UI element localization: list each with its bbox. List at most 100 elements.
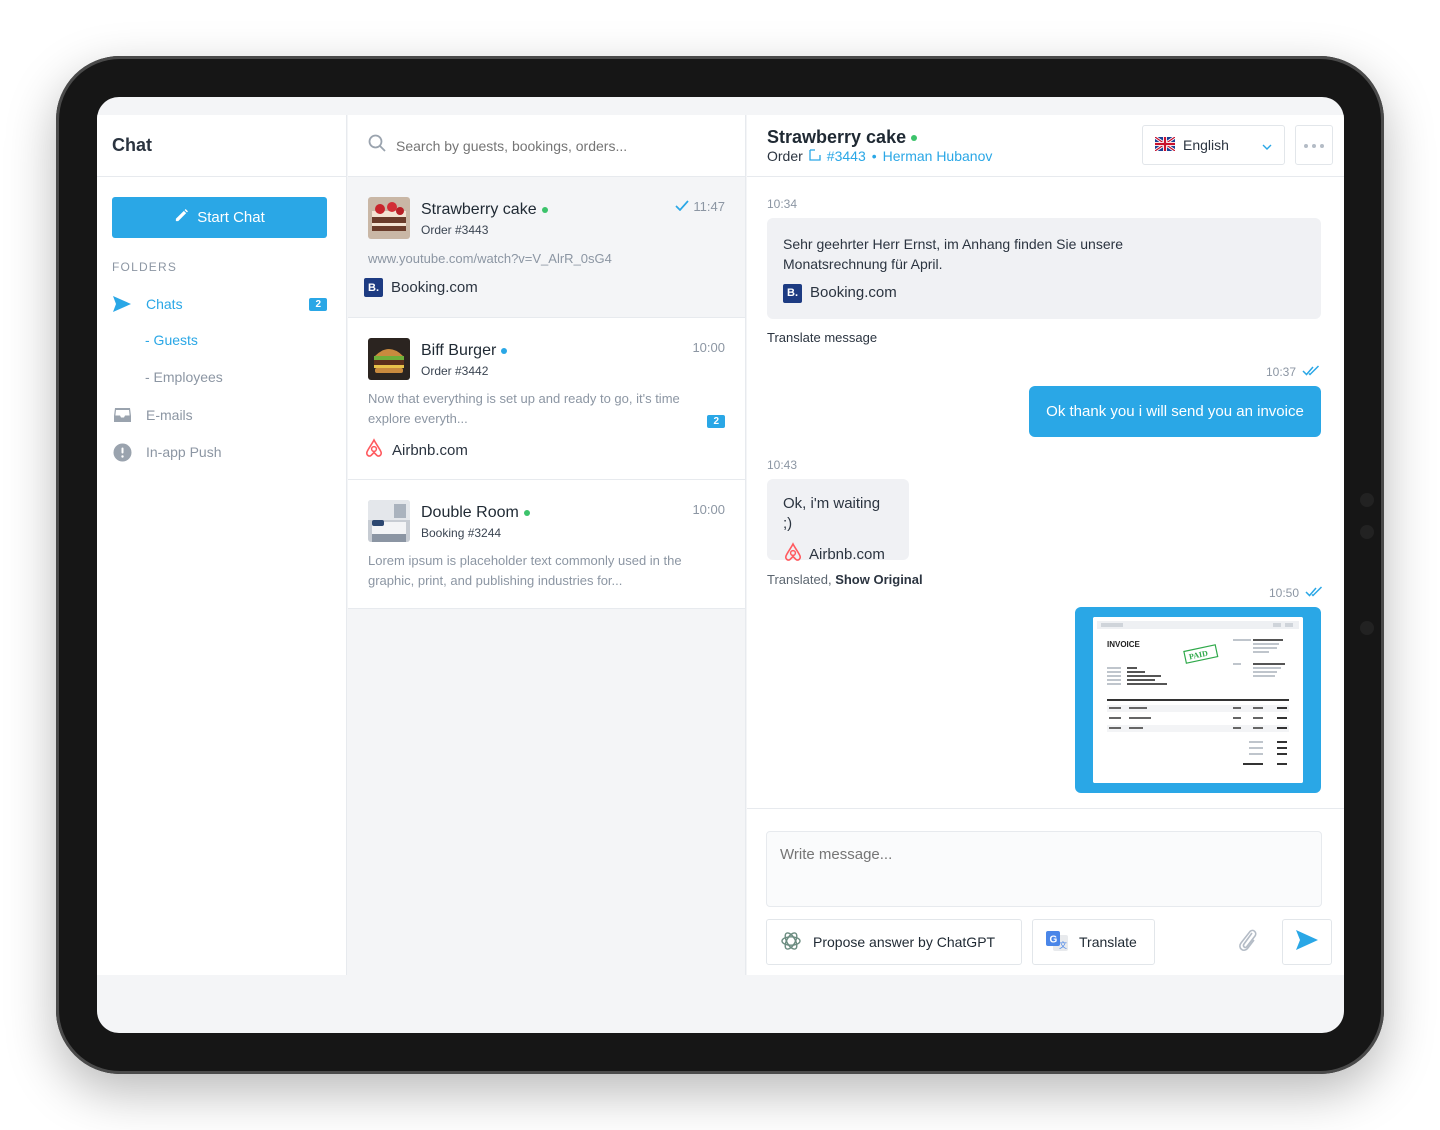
conversation-source: Airbnb.com xyxy=(364,438,468,462)
app-screen: Chat Start Chat FOLDERS Chats 2 - Guests… xyxy=(97,97,1344,1033)
chat-subtitle: Order #3443 • Herman Hubanov xyxy=(767,148,992,164)
conversation-time: 10:00 xyxy=(692,502,725,517)
inbox-icon xyxy=(112,405,132,425)
chats-count-badge: 2 xyxy=(309,297,327,311)
conversation-title: Double Room xyxy=(421,504,530,522)
alert-icon xyxy=(112,442,132,462)
message-time: 10:34 xyxy=(767,197,798,211)
uk-flag-icon xyxy=(1154,135,1176,154)
search-icon xyxy=(368,134,386,157)
order-link[interactable]: #3443 xyxy=(827,148,866,164)
online-indicator xyxy=(523,509,530,516)
sidebar-item-emails[interactable]: E-mails xyxy=(112,405,327,425)
chat-header: Strawberry cake Order #3443 • Herman Hub… xyxy=(747,115,1344,177)
message-time: 10:43 xyxy=(767,458,798,472)
invoice-attachment[interactable]: INVOICE PAID xyxy=(1075,607,1321,793)
chatgpt-icon xyxy=(779,929,803,956)
sidebar-item-in-app-push[interactable]: In-app Push xyxy=(112,442,327,462)
conversation-source: B. Booking.com xyxy=(364,278,478,297)
online-indicator xyxy=(911,135,918,142)
pencil-icon xyxy=(174,208,189,227)
incoming-message: Sehr geehrter Herr Ernst, im Anhang find… xyxy=(767,218,1321,319)
conversation-preview: Now that everything is set up and ready … xyxy=(368,391,680,426)
message-source: Airbnb.com xyxy=(783,542,893,568)
sidebar-item-label: In-app Push xyxy=(146,444,222,460)
chatgpt-propose-button[interactable]: Propose answer by ChatGPT xyxy=(766,919,1022,965)
side-sensor xyxy=(1360,525,1374,539)
message-source: B. Booking.com xyxy=(783,283,1305,303)
cake-thumbnail xyxy=(368,197,410,239)
language-label: English xyxy=(1183,137,1229,153)
conversation-item[interactable]: Double Room Booking #3244 10:00 Lorem ip… xyxy=(348,480,745,609)
incoming-message: Ok, i'm waiting ;) Airbnb.com xyxy=(767,479,909,563)
conversation-preview: Lorem ipsum is placeholder text commonly… xyxy=(368,553,682,588)
send-icon xyxy=(112,294,132,314)
translate-button[interactable]: G文 Translate xyxy=(1032,919,1155,965)
sidebar-item-chats[interactable]: Chats 2 xyxy=(112,294,327,314)
message-composer: Propose answer by ChatGPT G文 Translate xyxy=(747,808,1344,975)
conversation-title: Strawberry cake xyxy=(421,201,548,219)
conversation-title: Biff Burger xyxy=(421,342,508,360)
conversation-item[interactable]: Strawberry cake Order #3443 11:47 www.yo… xyxy=(348,177,745,318)
conversation-time: 10:00 xyxy=(692,340,725,355)
sidebar-item-employees[interactable]: - Employees xyxy=(145,369,223,385)
order-label: Order xyxy=(767,148,803,164)
svg-text:G: G xyxy=(1050,934,1058,945)
invoice-heading: INVOICE xyxy=(1107,640,1141,649)
chat-panel: Strawberry cake Order #3443 • Herman Hub… xyxy=(747,115,1344,975)
message-input[interactable] xyxy=(766,831,1322,907)
translate-message-link[interactable]: Translate message xyxy=(767,330,877,345)
airbnb-logo-icon xyxy=(783,542,803,568)
more-options-button[interactable] xyxy=(1295,125,1333,165)
sidebar-item-guests[interactable]: - Guests xyxy=(145,332,198,348)
check-icon xyxy=(675,199,690,214)
send-icon xyxy=(1295,929,1319,956)
translate-button-label: Translate xyxy=(1079,934,1137,950)
send-button[interactable] xyxy=(1282,919,1332,965)
message-time: 10:37 xyxy=(1266,365,1320,379)
conversation-preview: www.youtube.com/watch?v=V_AlrR_0sG4 xyxy=(368,251,612,266)
double-check-icon xyxy=(1302,365,1320,379)
chat-title: Strawberry cake xyxy=(767,127,918,148)
conversation-item[interactable]: Biff Burger Order #3442 10:00 Now that e… xyxy=(348,318,745,480)
conversation-subtitle: Booking #3244 xyxy=(421,526,502,540)
message-time: 10:50 xyxy=(1269,586,1323,600)
room-thumbnail xyxy=(368,500,410,542)
chatgpt-button-label: Propose answer by ChatGPT xyxy=(813,934,996,950)
language-select[interactable]: English xyxy=(1142,125,1285,165)
more-dots-icon xyxy=(1303,136,1325,154)
online-indicator xyxy=(541,206,548,213)
attach-button[interactable] xyxy=(1235,929,1261,955)
sidebar-item-label: E-mails xyxy=(146,407,193,423)
order-link-icon xyxy=(809,148,821,164)
search-input[interactable] xyxy=(396,137,716,154)
unread-badge: 2 xyxy=(707,415,725,428)
sidebar-item-label: Chats xyxy=(146,296,183,312)
folders-label: FOLDERS xyxy=(112,260,178,274)
paperclip-icon xyxy=(1237,927,1259,958)
message-text: Sehr geehrter Herr Ernst, im Anhang find… xyxy=(783,236,1124,272)
booking-logo-icon: B. xyxy=(364,278,383,297)
search-bar xyxy=(348,115,745,177)
google-translate-icon: G文 xyxy=(1045,929,1069,956)
conversation-subtitle: Order #3442 xyxy=(421,364,489,378)
outgoing-message: Ok thank you i will send you an invoice xyxy=(1029,386,1321,437)
invoice-preview: INVOICE PAID xyxy=(1093,617,1303,783)
customer-name-link[interactable]: Herman Hubanov xyxy=(883,148,993,164)
sidebar: Chat Start Chat FOLDERS Chats 2 - Guests… xyxy=(97,115,347,975)
start-chat-button[interactable]: Start Chat xyxy=(112,197,327,238)
message-text: Ok, i'm waiting ;) xyxy=(783,495,881,532)
side-sensor xyxy=(1360,493,1374,507)
conversation-time: 11:47 xyxy=(675,199,725,214)
show-original-link[interactable]: Show Original xyxy=(835,572,922,587)
side-sensor xyxy=(1360,621,1374,635)
chevron-down-icon xyxy=(1262,137,1272,153)
booking-logo-icon: B. xyxy=(783,283,802,303)
burger-thumbnail xyxy=(368,338,410,380)
start-chat-label: Start Chat xyxy=(197,209,265,226)
airbnb-logo-icon xyxy=(364,438,384,462)
conversation-list: Strawberry cake Order #3443 11:47 www.yo… xyxy=(348,115,746,975)
svg-text:文: 文 xyxy=(1059,940,1067,950)
conversation-subtitle: Order #3443 xyxy=(421,223,489,237)
translated-note: Translated, Show Original xyxy=(767,572,923,587)
